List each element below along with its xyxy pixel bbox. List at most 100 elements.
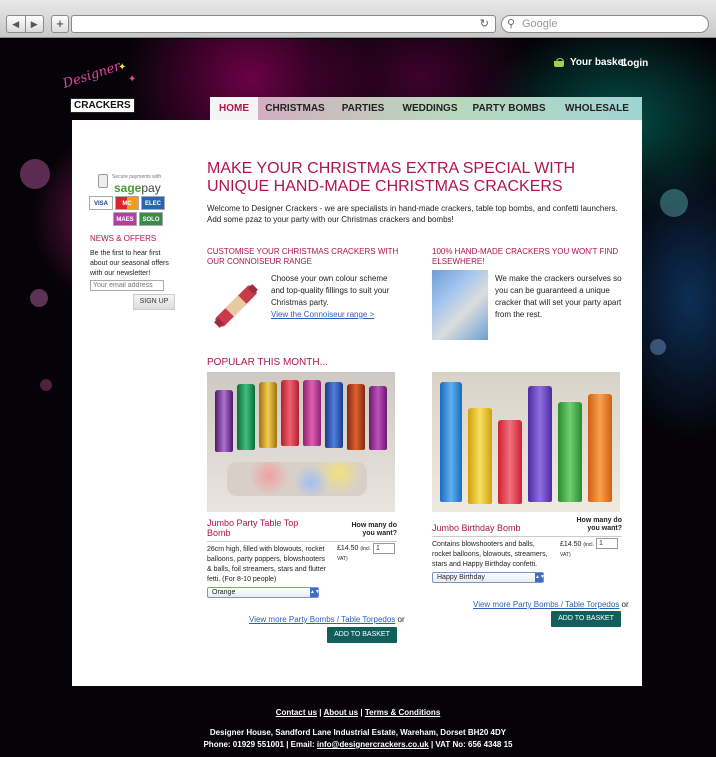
tube: [440, 382, 462, 502]
electron-card-icon: ELEC: [141, 196, 165, 210]
address-text: Designer House, Sandford Lane Industrial…: [209, 728, 507, 737]
feature-connoisseur-title: CUSTOMISE YOUR CHRISTMAS CRACKERS WITH O…: [207, 247, 399, 266]
tube: [498, 420, 522, 504]
product-image-table-top-bomb[interactable]: [207, 372, 395, 512]
option-select[interactable]: Orange ▲▼: [207, 587, 320, 598]
phone-text: Phone: 01929 551001 | Email:: [203, 740, 315, 749]
divider: [432, 536, 622, 537]
nav-parties[interactable]: PARTIES: [332, 97, 394, 120]
reload-icon[interactable]: ↻: [480, 17, 489, 30]
tube: [281, 380, 299, 446]
forward-button[interactable]: ▶: [24, 16, 44, 32]
more-link-row: View more Party Bombs / Table Torpedos o…: [249, 615, 405, 624]
product-desc-table-top-bomb: 26cm high, filled with blowouts, rocket …: [207, 546, 327, 583]
payment-cards: VISA MC ELEC MAES SOLO: [89, 196, 169, 226]
nav-buttons: ◀ ▶: [6, 15, 44, 33]
footer-address: Designer House, Sandford Lane Industrial…: [0, 727, 716, 751]
nav-home[interactable]: HOME: [210, 97, 258, 120]
tube: [325, 382, 343, 448]
product-name-table-top-bomb[interactable]: Jumbo Party Table Top Bomb: [207, 518, 317, 538]
product-image-birthday-bomb[interactable]: [432, 372, 620, 512]
bokeh-light: [40, 379, 52, 391]
add-to-basket-button[interactable]: ADD TO BASKET: [551, 611, 621, 627]
footer-links: Contact us | About us | Terms & Conditio…: [0, 708, 716, 717]
divider: [207, 541, 397, 542]
footer-separator: |: [360, 708, 363, 717]
star-icon: ✦: [118, 62, 127, 73]
or-text: or: [621, 600, 629, 609]
browser-search-input[interactable]: ⚲ Google: [501, 15, 709, 33]
visa-card-icon: VISA: [89, 196, 113, 210]
logo-script: Designer: [61, 59, 123, 92]
nav-wholesale[interactable]: WHOLESALE: [552, 97, 642, 120]
bokeh-light: [30, 289, 48, 307]
signup-button[interactable]: SIGN UP: [133, 294, 175, 310]
price-value: £14.50: [560, 541, 582, 548]
feature-handmade-text: We make the crackers ourselves so you ca…: [495, 274, 622, 319]
quantity-input[interactable]: 1: [373, 543, 395, 554]
mastercard-icon: MC: [115, 196, 139, 210]
footer-separator: |: [319, 708, 322, 717]
basket-link[interactable]: Your basket: [553, 57, 627, 68]
product-name-birthday-bomb[interactable]: Jumbo Birthday Bomb: [432, 523, 542, 533]
basket-icon: [553, 57, 565, 68]
search-icon: ⚲: [507, 18, 516, 30]
browser-toolbar: ◀ ▶ + ↻ ⚲ Google: [0, 0, 716, 38]
bokeh-light: [660, 189, 688, 217]
feature-connoisseur-text: Choose your own colour scheme and top-qu…: [271, 273, 399, 321]
feature-handmade-title: 100% HAND-MADE CRACKERS YOU WON'T FIND E…: [432, 247, 619, 266]
terms-link[interactable]: Terms & Conditions: [365, 708, 440, 717]
cracker-image: [214, 284, 258, 328]
star-icon: ✦: [128, 74, 137, 85]
sagepay-sage: sage: [114, 181, 142, 195]
sagepay-logo: sagepay: [114, 181, 166, 195]
login-link[interactable]: Login: [621, 58, 648, 69]
how-many-label: How many do you want?: [351, 522, 397, 537]
secure-payments-text: Secure payments with: [112, 174, 162, 180]
search-placeholder: Google: [522, 18, 558, 30]
back-button[interactable]: ◀: [7, 16, 25, 32]
tube: [528, 386, 552, 502]
tube: [369, 386, 387, 450]
solo-card-icon: SOLO: [139, 212, 163, 226]
tube: [347, 384, 365, 450]
chevron-down-icon: ▲▼: [310, 588, 320, 597]
product-price-birthday-bomb: £14.50 (incl. VAT): [560, 540, 596, 560]
tube: [588, 394, 612, 502]
address-bar[interactable]: ↻: [71, 15, 496, 33]
sagepay-badge: Secure payments with sagepay: [96, 174, 166, 195]
bokeh-light: [20, 159, 50, 189]
news-text: Be the first to hear first about our sea…: [90, 250, 169, 277]
or-text: or: [397, 615, 405, 624]
nav-party-bombs[interactable]: PARTY BOMBS: [466, 97, 552, 120]
chevron-down-icon: ▲▼: [535, 573, 545, 582]
news-title: NEWS & OFFERS: [90, 234, 157, 243]
how-many-label: How many do you want?: [576, 517, 622, 532]
tube: [468, 408, 492, 504]
quantity-input[interactable]: 1: [596, 538, 618, 549]
tube: [259, 382, 277, 448]
vat-text: | VAT No: 656 4348 15: [430, 740, 513, 749]
feature-connoisseur-desc: Choose your own colour scheme and top-qu…: [271, 274, 390, 307]
logo-wordmark: CRACKERS: [70, 98, 135, 113]
main-nav: HOME CHRISTMAS PARTIES WEDDINGS PARTY BO…: [210, 97, 642, 120]
contact-link[interactable]: Contact us: [276, 708, 317, 717]
about-link[interactable]: About us: [323, 708, 358, 717]
page-title: MAKE YOUR CHRISTMAS EXTRA SPECIAL WITH U…: [207, 160, 576, 195]
tube: [303, 380, 321, 446]
newsletter-email-input[interactable]: [90, 280, 164, 291]
basket-label: Your basket: [570, 57, 627, 68]
sagepay-pay: pay: [141, 181, 161, 195]
view-more-link[interactable]: View more Party Bombs / Table Torpedos: [473, 600, 619, 609]
intro-text: Welcome to Designer Crackers - we are sp…: [207, 204, 618, 224]
connoisseur-range-link[interactable]: View the Connoiseur range >: [271, 310, 374, 319]
add-to-basket-button[interactable]: ADD TO BASKET: [327, 627, 397, 643]
view-more-link[interactable]: View more Party Bombs / Table Torpedos: [249, 615, 395, 624]
nav-weddings[interactable]: WEDDINGS: [394, 97, 466, 120]
option-select[interactable]: Happy Birthday ▲▼: [432, 572, 545, 583]
nav-christmas[interactable]: CHRISTMAS: [258, 97, 332, 120]
email-link[interactable]: info@designercrackers.co.uk: [317, 740, 429, 749]
more-link-row: View more Party Bombs / Table Torpedos o…: [473, 600, 629, 609]
new-tab-button[interactable]: +: [51, 15, 69, 33]
site-logo[interactable]: Designer ✦ ✦ CRACKERS: [60, 59, 140, 113]
